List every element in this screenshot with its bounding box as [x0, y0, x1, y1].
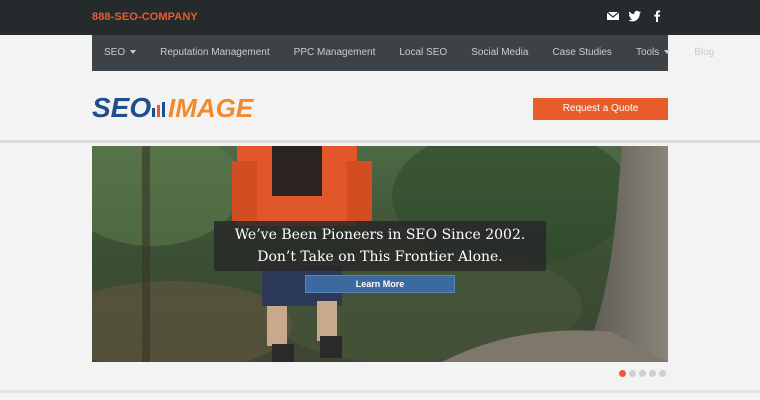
section-divider	[0, 390, 760, 393]
top-bar: 888-SEO-COMPANY	[0, 0, 760, 35]
caret-down-icon	[664, 50, 671, 55]
slider-dot[interactable]	[659, 370, 666, 377]
nav-label: Social Media	[471, 47, 529, 58]
nav-label: Tools	[635, 47, 660, 58]
nav-item-tools[interactable]: Tools	[624, 35, 682, 71]
nav-label: SEO	[104, 47, 126, 58]
slider-dot[interactable]	[639, 370, 646, 377]
site-header: SEO IMAGE Request a Quote	[0, 71, 760, 143]
main-nav: SEO Reputation Management PPC Management…	[92, 35, 714, 71]
slider-dot[interactable]	[629, 370, 636, 377]
nav-item-ppc-management[interactable]: PPC Management	[282, 35, 388, 71]
nav-label: Local SEO	[399, 47, 448, 58]
hero-headline-line2: Don’t Take on This Frontier Alone.	[257, 249, 503, 265]
nav-item-reputation-management[interactable]: Reputation Management	[148, 35, 282, 71]
facebook-icon[interactable]	[650, 9, 664, 23]
nav-label: PPC Management	[293, 47, 376, 58]
nav-item-case-studies[interactable]: Case Studies	[540, 35, 623, 71]
hero-slider: We’ve Been Pioneers in SEO Since 2002. D…	[92, 146, 668, 362]
slider-dot[interactable]	[619, 370, 626, 377]
phone-number[interactable]: 888-SEO-COMPANY	[92, 11, 198, 23]
learn-more-button[interactable]: Learn More	[305, 275, 455, 293]
nav-item-blog[interactable]: Blog	[682, 35, 726, 71]
nav-item-local-seo[interactable]: Local SEO	[387, 35, 459, 71]
nav-label: Case Studies	[552, 47, 612, 58]
site-logo[interactable]: SEO IMAGE	[92, 92, 262, 123]
hero-caption: We’ve Been Pioneers in SEO Since 2002. D…	[214, 221, 546, 271]
logo-text-image: IMAGE	[168, 93, 254, 123]
nav-label: Blog	[694, 47, 715, 58]
logo-text-seo: SEO	[92, 93, 151, 123]
slider-dots	[619, 370, 666, 377]
nav-item-seo[interactable]: SEO	[92, 35, 148, 71]
email-icon[interactable]	[606, 9, 620, 23]
hero-headline-line1: We’ve Been Pioneers in SEO Since 2002.	[234, 227, 526, 243]
caret-down-icon	[130, 50, 137, 55]
request-quote-button[interactable]: Request a Quote	[533, 98, 668, 120]
nav-item-social-media[interactable]: Social Media	[459, 35, 540, 71]
slider-dot[interactable]	[649, 370, 656, 377]
nav-label: Reputation Management	[160, 47, 270, 58]
twitter-icon[interactable]	[628, 9, 642, 23]
social-links	[606, 9, 664, 23]
